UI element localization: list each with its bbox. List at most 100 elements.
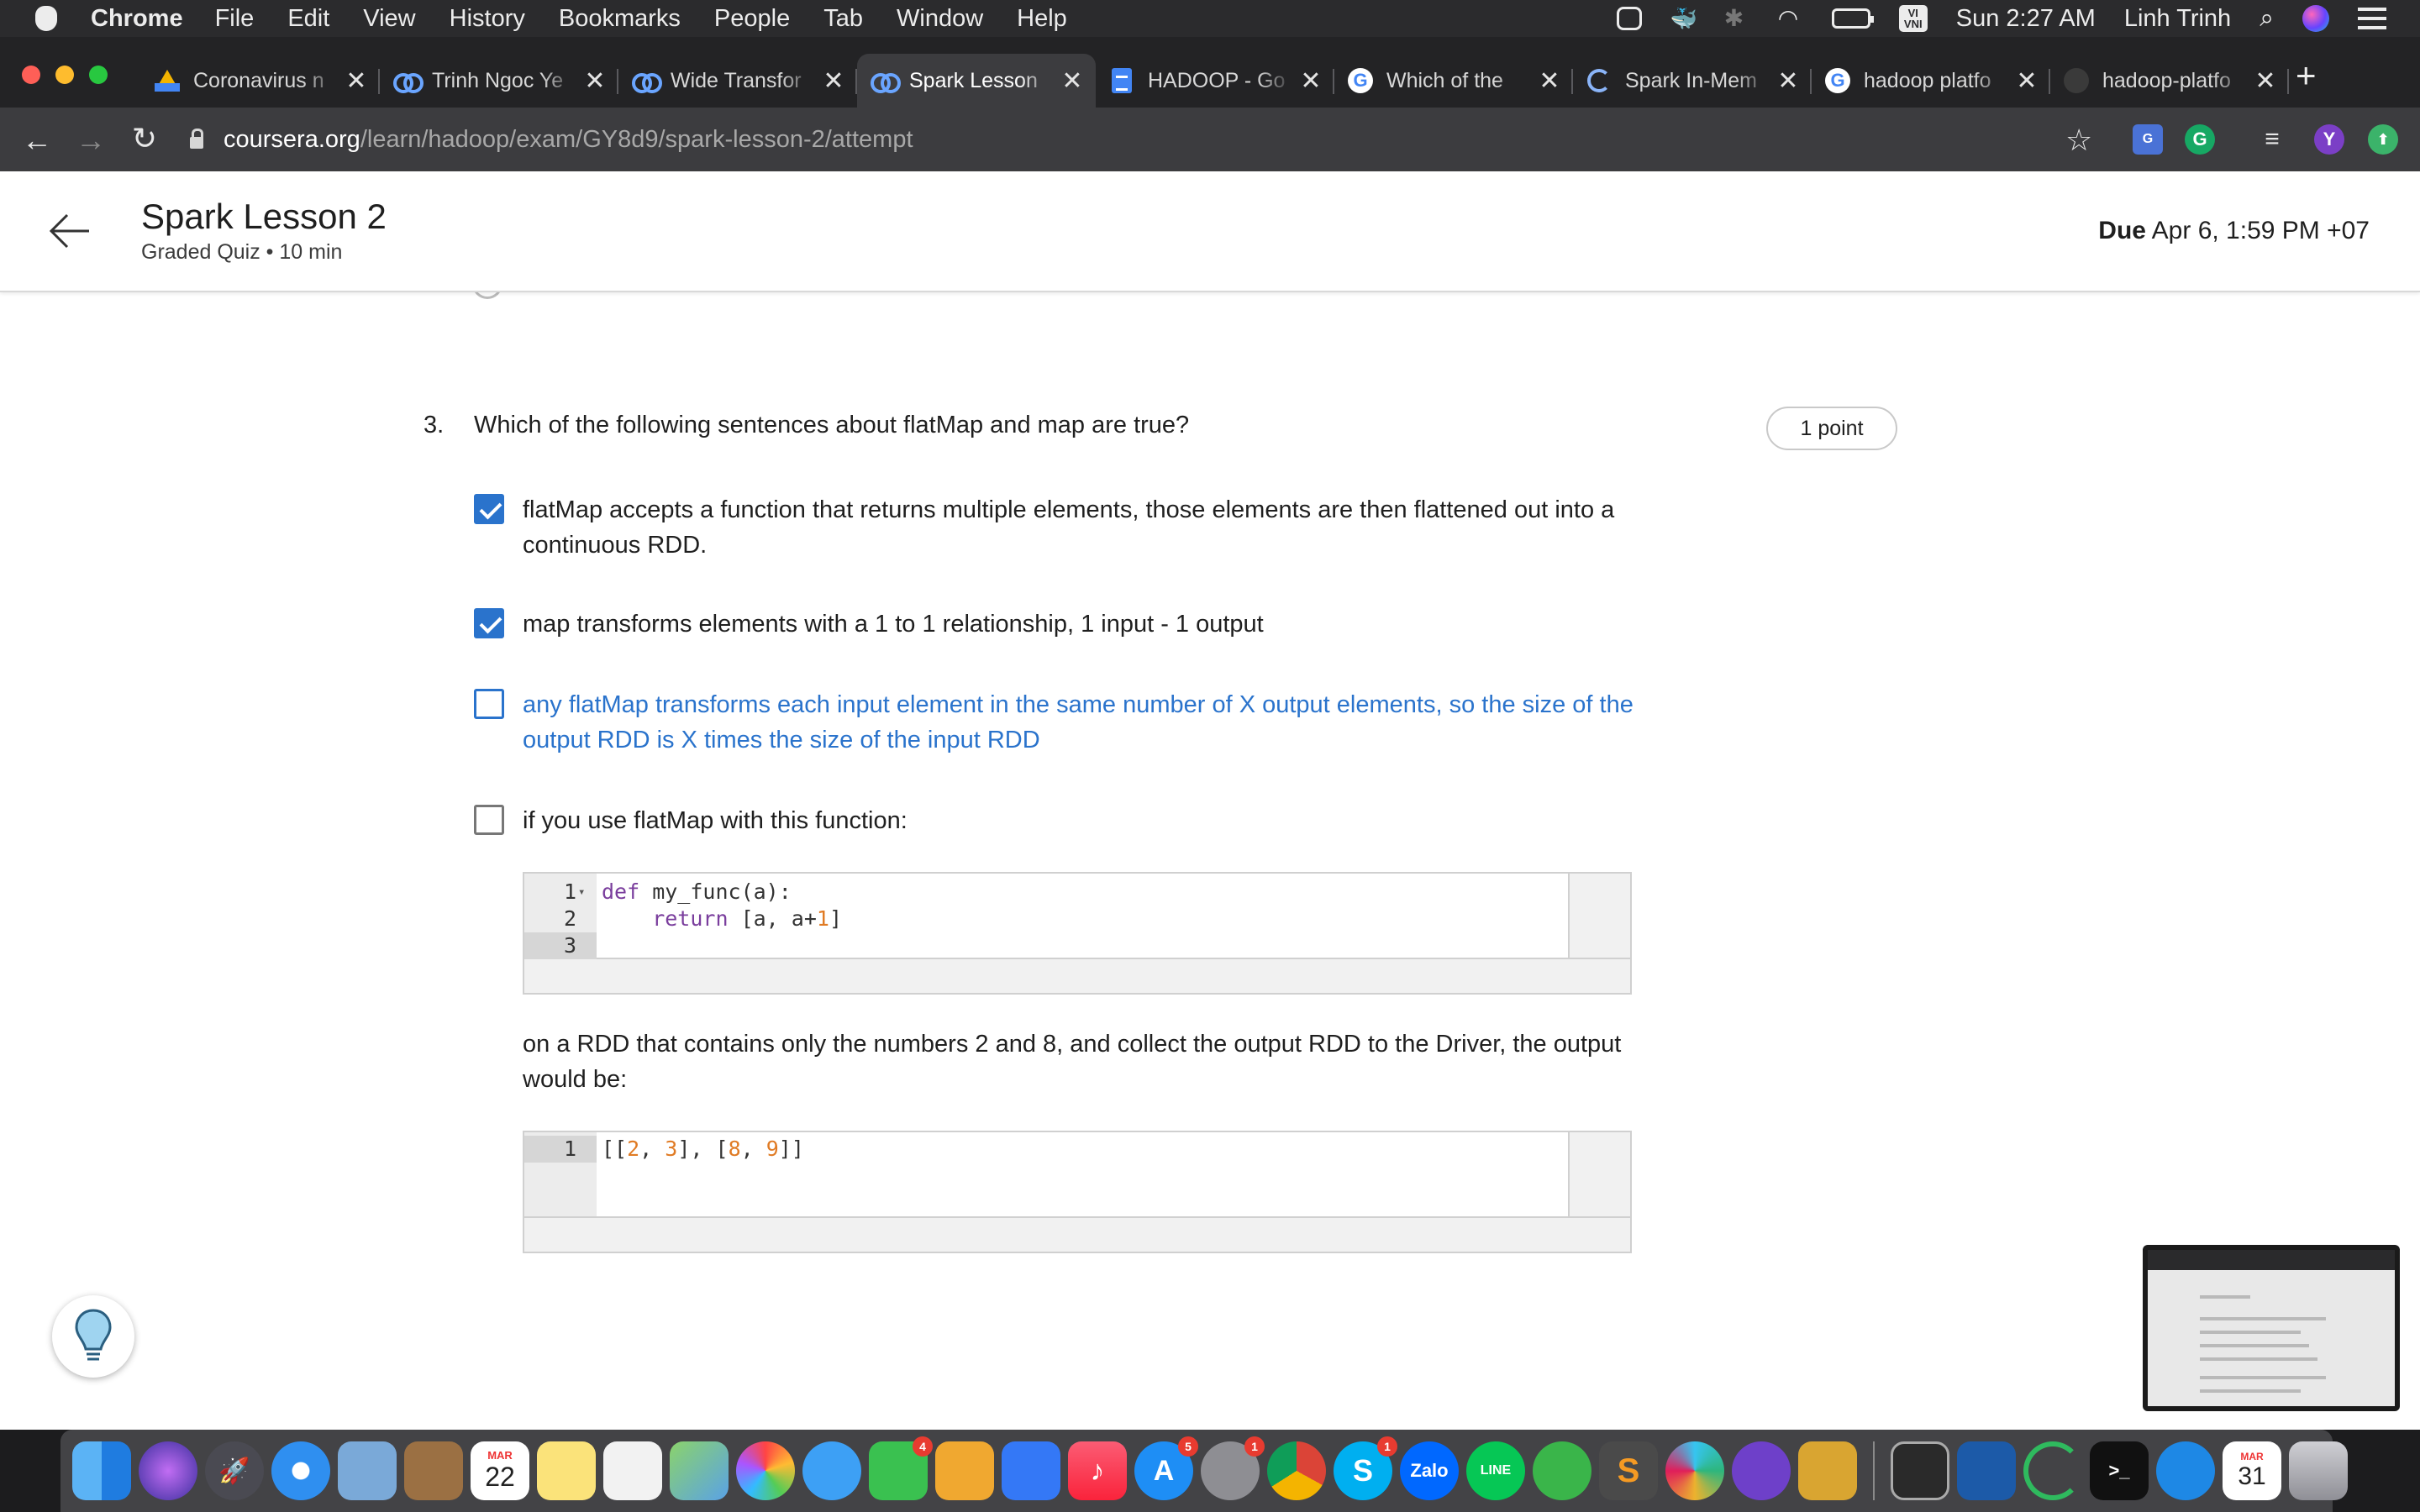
calendar-file-icon[interactable]: MAR 31 <box>2223 1441 2281 1500</box>
tab-close-icon[interactable]: ✕ <box>583 66 607 96</box>
screenshot-thumbnail[interactable] <box>2143 1245 2400 1411</box>
bluetooth-icon[interactable]: ✱ <box>1724 7 1749 30</box>
window-zoom-icon[interactable] <box>89 66 108 84</box>
code-editor[interactable]: 1 ▾ def my_func(a): 2 return [a, a+1] 3 <box>523 872 1632 995</box>
mail-bird-icon[interactable] <box>338 1441 397 1500</box>
screen-recording-icon[interactable] <box>1891 1441 1949 1500</box>
browser-tab[interactable]: Wide Transfor ✕ <box>618 54 857 108</box>
chrome-icon[interactable] <box>1267 1441 1326 1500</box>
browser-tab[interactable]: G Which of the ✕ <box>1334 54 1573 108</box>
battery-icon[interactable] <box>1831 8 1874 29</box>
notification-center-icon[interactable] <box>2358 8 2386 29</box>
browser-tab[interactable]: Trinh Ngoc Ye ✕ <box>380 54 618 108</box>
calendar-icon[interactable]: MAR 22 <box>471 1441 529 1500</box>
menu-view[interactable]: View <box>363 5 415 33</box>
status-app-icon[interactable] <box>1616 7 1642 30</box>
checkbox-checked[interactable] <box>474 494 504 524</box>
tab-close-icon[interactable]: ✕ <box>1060 66 1084 96</box>
tab-close-icon[interactable]: ✕ <box>822 66 845 96</box>
launchpad-icon[interactable]: 🚀 <box>205 1441 264 1500</box>
maps-icon[interactable] <box>670 1441 729 1500</box>
answer-option[interactable]: map transforms elements with a 1 to 1 re… <box>474 606 1682 642</box>
browser-tab[interactable]: Coronavirus n ✕ <box>141 54 380 108</box>
github-desktop-icon[interactable] <box>1732 1441 1791 1500</box>
line-icon[interactable]: LINE <box>1466 1441 1525 1500</box>
window-minimize-icon[interactable] <box>55 66 74 84</box>
menu-people[interactable]: People <box>714 5 790 33</box>
reminders-icon[interactable] <box>603 1441 662 1500</box>
menu-history[interactable]: History <box>450 5 525 33</box>
docker-icon[interactable]: 🐳 <box>1670 7 1697 30</box>
checkbox-unchecked[interactable] <box>474 805 504 835</box>
turtle-app-icon[interactable] <box>1533 1441 1591 1500</box>
menubar-clock[interactable]: Sun 2:27 AM <box>1956 5 2096 33</box>
profile-avatar[interactable]: Y <box>2314 124 2344 155</box>
input-source-icon[interactable]: VI VNI <box>1898 5 1928 32</box>
siri-icon[interactable] <box>2302 5 2329 32</box>
grammarly-icon[interactable]: G <box>2185 124 2215 155</box>
virtualbox-icon[interactable] <box>1957 1441 2016 1500</box>
address-bar[interactable]: coursera.org /learn/hadoop/exam/GY8d9/sp… <box>190 108 913 171</box>
trash-icon[interactable] <box>2289 1441 2348 1500</box>
browser-tab[interactable]: hadoop-platfo ✕ <box>2050 54 2289 108</box>
extension-update-icon[interactable]: ⬆ <box>2368 124 2398 155</box>
media-queue-icon[interactable]: ≡ <box>2257 124 2287 155</box>
app-store-icon[interactable]: A5 <box>1134 1436 1198 1500</box>
tab-close-icon[interactable]: ✕ <box>1299 66 1323 96</box>
siri-dock-icon[interactable] <box>139 1441 197 1500</box>
facetime-icon[interactable]: 4 <box>869 1436 933 1500</box>
answer-option[interactable]: flatMap accepts a function that returns … <box>474 492 1682 563</box>
back-arrow-icon[interactable] <box>47 208 92 254</box>
zalo-icon[interactable]: Zalo <box>1400 1441 1459 1500</box>
location-app-icon[interactable] <box>2156 1441 2215 1500</box>
menubar-app-name[interactable]: Chrome <box>91 5 183 33</box>
pages-icon[interactable] <box>935 1441 994 1500</box>
apple-logo-icon[interactable] <box>35 6 57 31</box>
reload-icon[interactable]: ↻ <box>126 121 163 156</box>
forward-icon[interactable]: → <box>72 123 109 158</box>
notes-icon[interactable] <box>537 1441 596 1500</box>
browser-tab-active[interactable]: Spark Lesson ✕ <box>857 54 1096 108</box>
tab-close-icon[interactable]: ✕ <box>2254 66 2277 96</box>
contacts-icon[interactable] <box>404 1441 463 1500</box>
fold-arrow-icon[interactable]: ▾ <box>578 879 1563 906</box>
archive-utility-icon[interactable] <box>1798 1441 1857 1500</box>
tab-close-icon[interactable]: ✕ <box>345 66 368 96</box>
window-close-icon[interactable] <box>22 66 40 84</box>
safari-icon[interactable] <box>271 1441 330 1500</box>
photos-icon[interactable] <box>736 1441 795 1500</box>
menu-tab[interactable]: Tab <box>823 5 863 33</box>
tab-close-icon[interactable]: ✕ <box>1776 66 1800 96</box>
menubar-user[interactable]: Linh Trinh <box>2124 5 2231 33</box>
google-translate-icon[interactable]: G <box>2133 124 2163 155</box>
tab-close-icon[interactable]: ✕ <box>2015 66 2039 96</box>
system-preferences-icon[interactable]: 1 <box>1201 1436 1265 1500</box>
tab-close-icon[interactable]: ✕ <box>1538 66 1561 96</box>
menu-bookmarks[interactable]: Bookmarks <box>559 5 681 33</box>
menu-window[interactable]: Window <box>897 5 983 33</box>
hint-button[interactable] <box>52 1295 134 1378</box>
spotlight-search-icon[interactable]: ⌕ <box>2260 4 2274 33</box>
messages-icon[interactable] <box>802 1441 861 1500</box>
answer-option[interactable]: if you use flatMap with this function: <box>474 803 1682 838</box>
keynote-icon[interactable] <box>1002 1441 1060 1500</box>
answer-code-editor[interactable]: 1 [[2, 3], [8, 9]] <box>523 1131 1632 1253</box>
music-icon[interactable]: ♪ <box>1068 1441 1127 1500</box>
browser-tab[interactable]: HADOOP - Go ✕ <box>1096 54 1334 108</box>
menu-help[interactable]: Help <box>1017 5 1067 33</box>
finder-icon[interactable] <box>72 1441 131 1500</box>
skype-icon[interactable]: S1 <box>1334 1436 1397 1500</box>
sublime-text-icon[interactable]: S <box>1599 1441 1658 1500</box>
back-icon[interactable]: ← <box>18 123 55 158</box>
browser-tab[interactable]: G hadoop platfo ✕ <box>1812 54 2050 108</box>
menu-file[interactable]: File <box>215 5 255 33</box>
checkbox-unchecked[interactable] <box>474 689 504 719</box>
bookmark-star-icon[interactable]: ☆ <box>2065 123 2092 158</box>
slack-icon[interactable] <box>1665 1441 1724 1500</box>
answer-option[interactable]: any flatMap transforms each input elemen… <box>474 687 1682 758</box>
activity-ring-icon[interactable] <box>2023 1441 2082 1500</box>
browser-tab[interactable]: Spark In-Mem ✕ <box>1573 54 1812 108</box>
menu-edit[interactable]: Edit <box>287 5 329 33</box>
new-tab-plus-icon[interactable]: + <box>2296 57 2317 94</box>
wifi-icon[interactable]: ◠ <box>1778 7 1803 30</box>
